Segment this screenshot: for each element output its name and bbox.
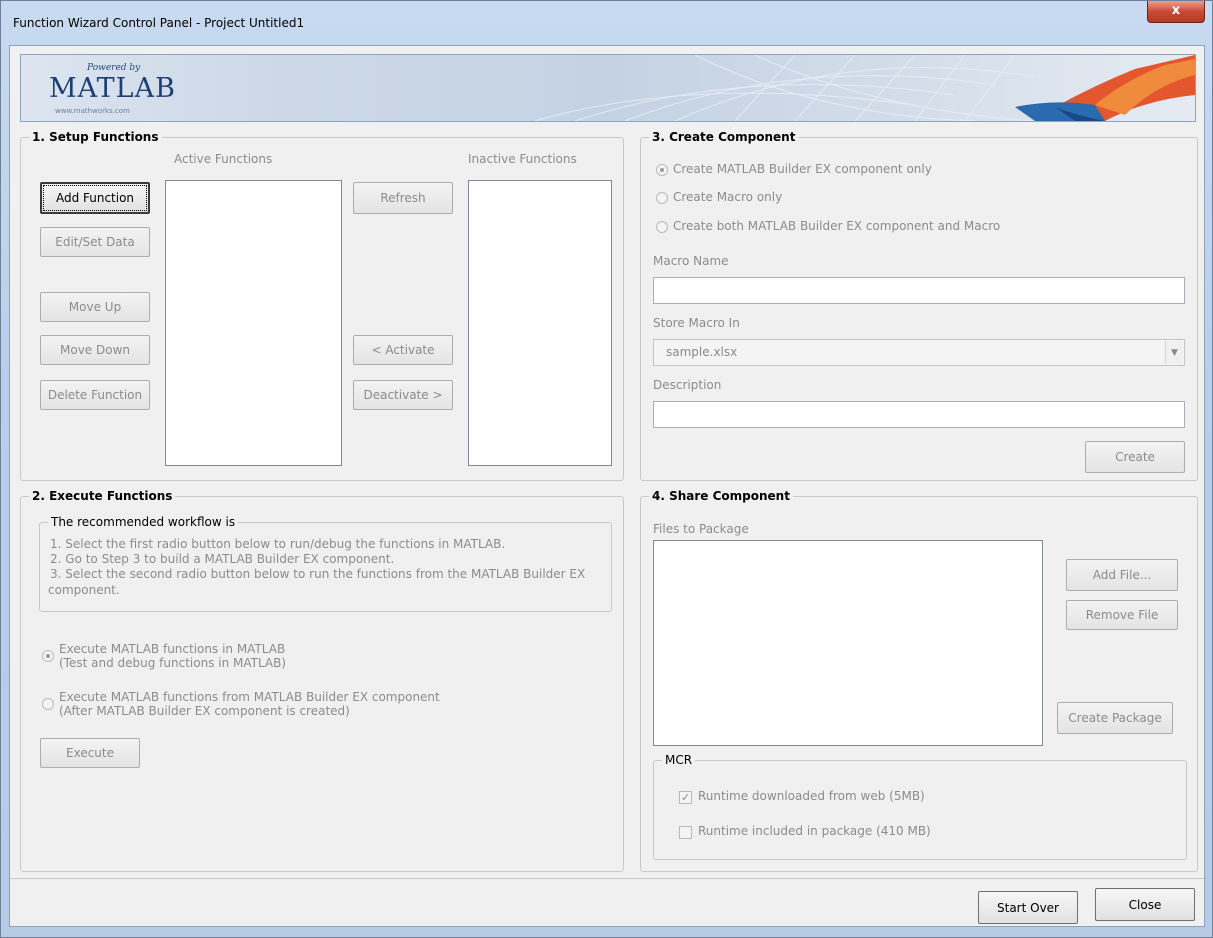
powered-by-text: Powered by <box>87 63 141 73</box>
create-macro-only-label: Create Macro only <box>673 190 783 204</box>
create-package-button[interactable]: Create Package <box>1057 702 1173 734</box>
radio-indicator <box>656 221 668 233</box>
execute-from-component-label: Execute MATLAB functions from MATLAB Bui… <box>59 690 440 704</box>
membrane-graphic <box>534 55 1195 121</box>
window-title: Function Wizard Control Panel - Project … <box>13 16 305 30</box>
description-field[interactable] <box>653 401 1185 428</box>
execute-in-matlab-text: Execute MATLAB functions in MATLAB (Test… <box>59 642 286 670</box>
close-button[interactable]: Close <box>1095 888 1195 921</box>
move-up-button[interactable]: Move Up <box>40 292 150 322</box>
execute-in-matlab-note: (Test and debug functions in MATLAB) <box>59 656 287 670</box>
execute-from-component-radio[interactable]: Execute MATLAB functions from MATLAB Bui… <box>42 690 440 718</box>
store-macro-in-select[interactable]: sample.xlsx ▼ <box>653 339 1185 366</box>
radio-indicator <box>656 192 668 204</box>
close-icon: x <box>1171 3 1181 18</box>
radio-indicator <box>42 650 54 662</box>
add-file-button[interactable]: Add File... <box>1066 559 1178 591</box>
title-bar[interactable]: Function Wizard Control Panel - Project … <box>1 1 1212 45</box>
active-functions-label: Active Functions <box>174 152 273 166</box>
close-window-button[interactable]: x <box>1147 1 1205 23</box>
matlab-wordmark: MATLAB <box>49 73 176 104</box>
create-component-group: 3. Create Component <box>640 130 1198 481</box>
workflow-step-3: 3. Select the second radio button below … <box>50 567 586 581</box>
remove-file-button[interactable]: Remove File <box>1066 600 1178 630</box>
start-over-button[interactable]: Start Over <box>978 891 1078 924</box>
delete-function-button[interactable]: Delete Function <box>40 380 150 410</box>
execute-from-component-text: Execute MATLAB functions from MATLAB Bui… <box>59 690 440 718</box>
create-component-only-radio[interactable]: Create MATLAB Builder EX component only <box>656 162 932 176</box>
workflow-step-3-cont: component. <box>48 583 120 597</box>
files-to-package-list[interactable] <box>653 540 1043 746</box>
radio-indicator <box>656 164 668 176</box>
execute-in-matlab-radio[interactable]: Execute MATLAB functions in MATLAB (Test… <box>42 642 286 670</box>
workflow-step-2: 2. Go to Step 3 to build a MATLAB Builde… <box>50 552 395 566</box>
refresh-button[interactable]: Refresh <box>353 182 453 214</box>
runtime-package-label: Runtime included in package (410 MB) <box>698 824 931 838</box>
share-component-title: 4. Share Component <box>649 489 793 503</box>
setup-functions-title: 1. Setup Functions <box>29 130 162 144</box>
active-functions-list[interactable] <box>165 180 342 466</box>
create-component-only-label: Create MATLAB Builder EX component only <box>673 162 932 176</box>
workflow-title: The recommended workflow is <box>48 515 239 529</box>
mathworks-url: www.mathworks.com <box>55 107 130 115</box>
execute-button[interactable]: Execute <box>40 738 140 768</box>
matlab-banner: Powered by MATLAB www.mathworks.com <box>20 54 1196 122</box>
macro-name-label: Macro Name <box>653 254 729 268</box>
chevron-down-icon[interactable]: ▼ <box>1165 341 1183 364</box>
deactivate-button[interactable]: Deactivate > <box>353 380 453 410</box>
runtime-web-checkbox[interactable]: ✓ Runtime downloaded from web (5MB) <box>679 789 925 804</box>
checkmark-icon: ✓ <box>679 791 692 804</box>
activate-button[interactable]: < Activate <box>353 335 453 365</box>
create-both-label: Create both MATLAB Builder EX component … <box>673 219 1001 233</box>
add-function-button[interactable]: Add Function <box>40 182 150 214</box>
execute-in-matlab-label: Execute MATLAB functions in MATLAB <box>59 642 286 656</box>
radio-indicator <box>42 698 54 710</box>
client-area: Powered by MATLAB www.mathworks.com 1. S… <box>9 45 1205 927</box>
create-macro-only-radio[interactable]: Create Macro only <box>656 190 782 204</box>
mcr-group: MCR <box>653 753 1187 860</box>
create-button[interactable]: Create <box>1085 441 1185 473</box>
files-to-package-label: Files to Package <box>653 522 749 536</box>
workflow-step-1: 1. Select the first radio button below t… <box>50 537 506 551</box>
execute-functions-title: 2. Execute Functions <box>29 489 176 503</box>
edit-set-data-button[interactable]: Edit/Set Data <box>40 227 150 257</box>
runtime-web-label: Runtime downloaded from web (5MB) <box>698 789 925 803</box>
inactive-functions-list[interactable] <box>468 180 612 466</box>
move-down-button[interactable]: Move Down <box>40 335 150 365</box>
runtime-package-checkbox[interactable]: Runtime included in package (410 MB) <box>679 824 931 839</box>
macro-name-field[interactable] <box>653 277 1185 304</box>
mcr-title: MCR <box>662 753 696 767</box>
execute-from-component-note: (After MATLAB Builder EX component is cr… <box>59 704 350 718</box>
store-macro-in-label: Store Macro In <box>653 316 740 330</box>
store-macro-in-value: sample.xlsx <box>666 345 738 359</box>
create-component-title: 3. Create Component <box>649 130 799 144</box>
checkbox-box <box>679 826 692 839</box>
window: Function Wizard Control Panel - Project … <box>0 0 1213 938</box>
inactive-functions-label: Inactive Functions <box>468 152 577 166</box>
description-label: Description <box>653 378 722 392</box>
create-both-radio[interactable]: Create both MATLAB Builder EX component … <box>656 219 1000 233</box>
